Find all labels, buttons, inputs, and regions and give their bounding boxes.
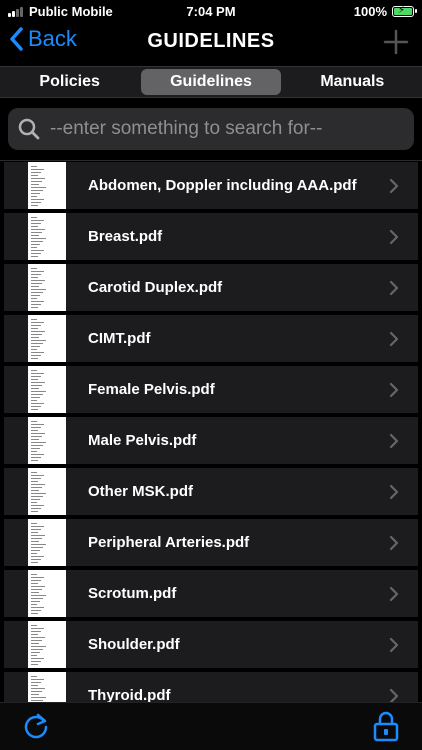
- file-name: Breast.pdf: [88, 228, 163, 245]
- pdf-thumbnail: [28, 672, 66, 702]
- list-item[interactable]: Female Pelvis.pdf: [4, 366, 418, 413]
- pdf-thumbnail: [28, 264, 66, 311]
- chevron-right-icon: [389, 280, 399, 295]
- bottom-toolbar: [0, 702, 422, 750]
- status-right: 100% ⚡: [353, 4, 417, 19]
- pdf-thumbnail: [28, 162, 66, 209]
- pdf-thumbnail: [28, 315, 66, 362]
- page-title: GUIDELINES: [147, 30, 275, 52]
- chevron-right-icon: [389, 484, 399, 499]
- pdf-thumbnail: [28, 213, 66, 260]
- tab-policies[interactable]: Policies: [0, 67, 139, 97]
- list-item[interactable]: Peripheral Arteries.pdf: [4, 519, 418, 566]
- chevron-right-icon: [389, 688, 399, 702]
- pdf-thumbnail: [28, 417, 66, 464]
- list-item[interactable]: Abdomen, Doppler including AAA.pdf: [4, 162, 418, 209]
- file-name: Thyroid.pdf: [88, 687, 171, 702]
- chevron-right-icon: [389, 178, 399, 193]
- chevron-right-icon: [389, 433, 399, 448]
- pdf-thumbnail: [28, 366, 66, 413]
- file-name: Carotid Duplex.pdf: [88, 279, 223, 296]
- list-item[interactable]: Scrotum.pdf: [4, 570, 418, 617]
- chevron-right-icon: [389, 586, 399, 601]
- tab-manuals[interactable]: Manuals: [283, 67, 422, 97]
- divider: [0, 160, 422, 161]
- file-name: Abdomen, Doppler including AAA.pdf: [88, 177, 357, 194]
- lock-icon[interactable]: [372, 710, 400, 742]
- file-name: Other MSK.pdf: [88, 483, 193, 500]
- battery-icon: ⚡: [392, 5, 417, 17]
- search-bar: [8, 108, 414, 150]
- chevron-right-icon: [389, 535, 399, 550]
- file-name: Peripheral Arteries.pdf: [88, 534, 250, 551]
- chevron-right-icon: [389, 637, 399, 652]
- list-item[interactable]: Other MSK.pdf: [4, 468, 418, 515]
- search-input[interactable]: [48, 117, 414, 141]
- charging-bolt-icon: ⚡: [398, 5, 406, 16]
- search-icon: [18, 118, 40, 140]
- add-icon[interactable]: [382, 28, 410, 56]
- file-name: CIMT.pdf: [88, 330, 151, 347]
- chevron-right-icon: [389, 229, 399, 244]
- refresh-icon[interactable]: [22, 712, 50, 740]
- tab-guidelines[interactable]: Guidelines: [141, 69, 281, 95]
- file-name: Male Pelvis.pdf: [88, 432, 197, 449]
- nav-bar: Back GUIDELINES: [0, 22, 422, 64]
- file-list: Abdomen, Doppler including AAA.pdf Breast…: [4, 162, 418, 702]
- segmented-control: Policies Guidelines Manuals: [0, 66, 422, 98]
- file-name: Female Pelvis.pdf: [88, 381, 215, 398]
- file-name: Scrotum.pdf: [88, 585, 177, 602]
- pdf-thumbnail: [28, 621, 66, 668]
- chevron-right-icon: [389, 331, 399, 346]
- list-item[interactable]: Carotid Duplex.pdf: [4, 264, 418, 311]
- pdf-thumbnail: [28, 468, 66, 515]
- list-item[interactable]: Thyroid.pdf: [4, 672, 418, 702]
- list-item[interactable]: Shoulder.pdf: [4, 621, 418, 668]
- file-name: Shoulder.pdf: [88, 636, 180, 653]
- chevron-right-icon: [389, 382, 399, 397]
- pdf-thumbnail: [28, 519, 66, 566]
- pdf-thumbnail: [28, 570, 66, 617]
- battery-percent: 100%: [353, 4, 387, 19]
- list-item[interactable]: Breast.pdf: [4, 213, 418, 260]
- list-item[interactable]: CIMT.pdf: [4, 315, 418, 362]
- status-bar: Public Mobile 7:04 PM 100% ⚡: [0, 0, 422, 22]
- list-item[interactable]: Male Pelvis.pdf: [4, 417, 418, 464]
